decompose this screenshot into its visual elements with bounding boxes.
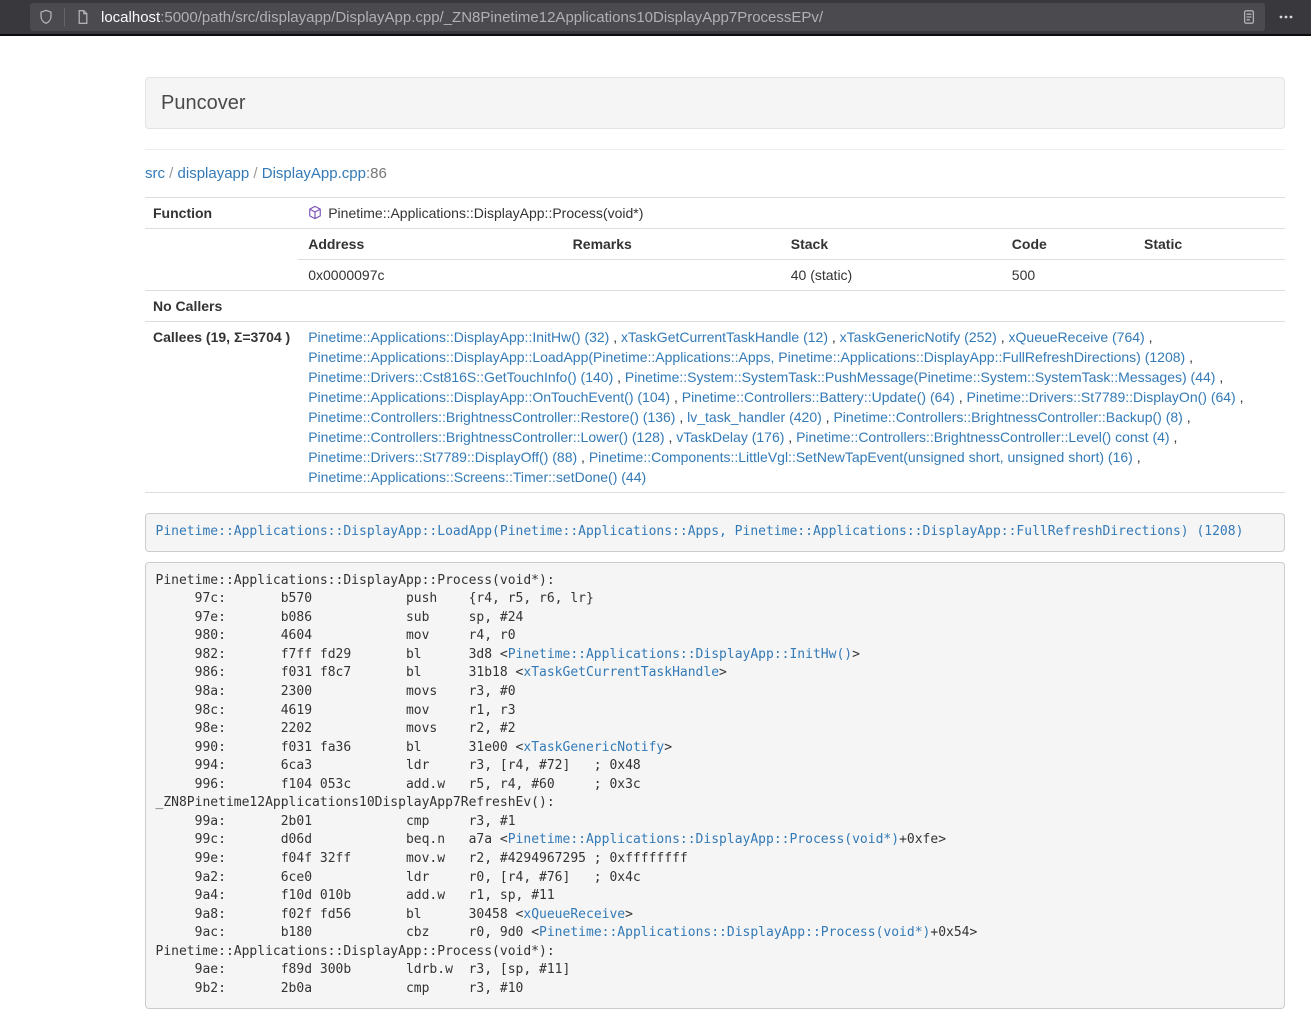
asm-line: 9a8: f02f fd56 bl 30458 <xQueueReceive> [156,906,1275,925]
asm-line: 9a4: f10d 010b add.w r1, sp, #11 [156,887,1275,906]
function-label: Function [145,198,298,229]
callee-link[interactable]: Pinetime::Applications::Screens::Timer::… [308,469,646,485]
value-stack: 40 (static) [781,260,1002,291]
asm-symbol-link[interactable]: Pinetime::Applications::DisplayApp::Proc… [539,925,930,940]
asm-line: _ZN8Pinetime12Applications10DisplayApp7R… [156,794,1275,813]
url-host: localhost [101,9,160,26]
app-header-panel: Puncover [145,77,1285,129]
asm-line: 996: f104 053c add.w r5, r4, #60 ; 0x3c [156,776,1275,795]
column-address: Address [298,229,562,260]
callee-link[interactable]: Pinetime::System::SystemTask::PushMessag… [625,369,1216,385]
asm-line: 980: 4604 mov r4, r0 [156,627,1275,646]
asm-line: 97e: b086 sub sp, #24 [156,609,1275,628]
breadcrumb-displayapp[interactable]: displayapp [178,165,250,182]
header-divider [145,149,1285,150]
callee-link[interactable]: Pinetime::Controllers::Battery::Update()… [682,389,955,405]
callee-link[interactable]: vTaskDelay (176) [676,429,784,445]
page-icon[interactable] [75,9,91,25]
asm-line: Pinetime::Applications::DisplayApp::Proc… [156,943,1275,962]
asm-line: 98e: 2202 movs r2, #2 [156,720,1275,739]
asm-line: 982: f7ff fd29 bl 3d8 <Pinetime::Applica… [156,646,1275,665]
urlbar-divider [64,8,65,26]
reader-mode-icon[interactable] [1241,9,1257,25]
callee-link[interactable]: Pinetime::Controllers::BrightnessControl… [796,429,1169,445]
more-actions-button[interactable] [1271,3,1301,31]
asm-symbol-link[interactable]: Pinetime::Applications::DisplayApp::Proc… [508,832,899,847]
asm-line: 9a2: 6ce0 ldr r0, [r4, #76] ; 0x4c [156,869,1275,888]
asm-line: 9b2: 2b0a cmp r3, #10 [156,980,1275,999]
function-row: Function Pinetime::Applications::Display… [145,198,1285,229]
asm-line: 9ae: f89d 300b ldrb.w r3, [sp, #11] [156,961,1275,980]
page-body: Puncover src / displayapp / DisplayApp.c… [0,36,1311,1009]
asm-line: 9ac: b180 cbz r0, 9d0 <Pinetime::Applica… [156,924,1275,943]
url-path: :5000/path/src/displayapp/DisplayApp.cpp… [160,9,823,26]
column-remarks: Remarks [563,229,781,260]
asm-line: 990: f031 fa36 bl 31e00 <xTaskGenericNot… [156,739,1275,758]
asm-line: Pinetime::Applications::DisplayApp::Proc… [156,572,1275,591]
asm-line: 98c: 4619 mov r1, r3 [156,702,1275,721]
detail-header-row: Address Remarks Stack Code Static [298,229,1285,260]
shield-icon[interactable] [38,9,54,25]
breadcrumb-line-number: :86 [366,165,387,182]
breadcrumb: src / displayapp / DisplayApp.cpp:86 [145,164,1285,184]
callee-link[interactable]: xTaskGenericNotify (252) [840,329,997,345]
function-name: Pinetime::Applications::DisplayApp::Proc… [328,205,643,221]
no-callers-row: No Callers [145,291,1285,322]
asm-symbol-link[interactable]: xTaskGetCurrentTaskHandle [523,665,719,680]
callee-link[interactable]: Pinetime::Controllers::BrightnessControl… [308,409,675,425]
callees-label: Callees (19, Σ=3704 ) [145,322,298,493]
asm-line: 99a: 2b01 cmp r3, #1 [156,813,1275,832]
symbol-table: Function Pinetime::Applications::Display… [145,197,1285,493]
callee-link[interactable]: xTaskGetCurrentTaskHandle (12) [621,329,828,345]
package-cube-icon [308,205,322,220]
value-code: 500 [1002,260,1134,291]
url-bar[interactable]: localhost:5000/path/src/displayapp/Displ… [30,3,1265,31]
detail-value-row: 0x0000097c 40 (static) 500 [298,260,1285,291]
asm-symbol-link[interactable]: Pinetime::Applications::DisplayApp::Init… [508,647,852,662]
asm-line: 99c: d06d beq.n a7a <Pinetime::Applicati… [156,831,1275,850]
load-app-reference-link[interactable]: Pinetime::Applications::DisplayApp::Load… [156,524,1244,539]
asm-symbol-link[interactable]: xQueueReceive [523,907,625,922]
no-callers-label: No Callers [145,291,298,322]
asm-line: 99e: f04f 32ff mov.w r2, #4294967295 ; 0… [156,850,1275,869]
asm-line: 994: 6ca3 ldr r3, [r4, #72] ; 0x48 [156,757,1275,776]
breadcrumb-file[interactable]: DisplayApp.cpp [262,165,366,182]
load-app-reference-box: Pinetime::Applications::DisplayApp::Load… [145,513,1285,552]
function-detail-table: Address Remarks Stack Code Static 0x0000… [298,229,1285,290]
page-title: Puncover [161,91,1269,115]
asm-line: 97c: b570 push {r4, r5, r6, lr} [156,590,1275,609]
content-container: Puncover src / displayapp / DisplayApp.c… [145,77,1285,1009]
callee-link[interactable]: Pinetime::Applications::DisplayApp::OnTo… [308,389,670,405]
callee-link[interactable]: Pinetime::Controllers::BrightnessControl… [833,409,1182,425]
callee-link[interactable]: Pinetime::Components::LittleVgl::SetNewT… [589,449,1133,465]
url-text[interactable]: localhost:5000/path/src/displayapp/Displ… [101,9,1235,26]
callee-link[interactable]: Pinetime::Drivers::Cst816S::GetTouchInfo… [308,369,613,385]
column-stack: Stack [781,229,1002,260]
breadcrumb-src[interactable]: src [145,165,165,182]
asm-line: 98a: 2300 movs r3, #0 [156,683,1275,702]
assembly-listing: Pinetime::Applications::DisplayApp::Proc… [145,562,1285,1009]
callees-list: Pinetime::Applications::DisplayApp::Init… [298,322,1285,493]
callee-link[interactable]: Pinetime::Applications::DisplayApp::Load… [308,349,1185,365]
value-remarks [563,260,781,291]
column-static: Static [1134,229,1285,260]
asm-symbol-link[interactable]: xTaskGenericNotify [523,740,664,755]
callee-link[interactable]: lv_task_handler (420) [687,409,822,425]
value-static [1134,260,1285,291]
callee-link[interactable]: xQueueReceive (764) [1009,329,1145,345]
column-code: Code [1002,229,1134,260]
function-detail-row: Address Remarks Stack Code Static 0x0000… [145,229,1285,291]
asm-line: 986: f031 f8c7 bl 31b18 <xTaskGetCurrent… [156,664,1275,683]
browser-toolbar: localhost:5000/path/src/displayapp/Displ… [0,0,1311,36]
callee-link[interactable]: Pinetime::Controllers::BrightnessControl… [308,429,664,445]
callee-link[interactable]: Pinetime::Drivers::St7789::DisplayOff() … [308,449,577,465]
breadcrumb-separator: / [165,165,178,182]
breadcrumb-separator: / [249,165,262,182]
more-actions-icon [1278,9,1294,25]
callees-row: Callees (19, Σ=3704 ) Pinetime::Applicat… [145,322,1285,493]
callee-link[interactable]: Pinetime::Applications::DisplayApp::Init… [308,329,609,345]
value-address: 0x0000097c [298,260,562,291]
callee-link[interactable]: Pinetime::Drivers::St7789::DisplayOn() (… [967,389,1236,405]
